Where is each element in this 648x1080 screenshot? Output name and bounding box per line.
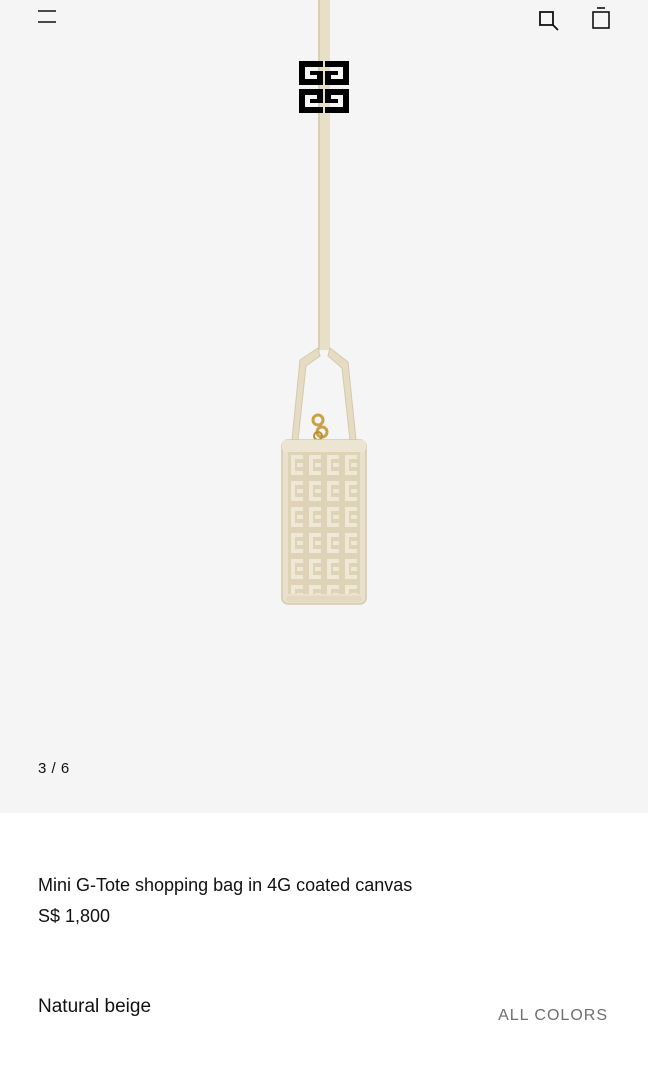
product-page: 3 / 6 Mini G-Tote shopping bag in 4G coa… (0, 0, 648, 1080)
shopping-bag-button[interactable] (588, 4, 614, 32)
product-title: Mini G-Tote shopping bag in 4G coated ca… (38, 875, 413, 895)
product-image-gallery[interactable]: 3 / 6 (0, 0, 648, 813)
product-image (281, 0, 367, 605)
menu-button[interactable] (34, 6, 60, 28)
image-counter: 3 / 6 (38, 760, 70, 777)
brand-logo[interactable] (298, 60, 350, 114)
selected-color-name: Natural beige (38, 996, 152, 1017)
4g-logo-icon (299, 61, 349, 113)
hamburger-menu-icon (38, 10, 56, 23)
all-colors-link[interactable]: ALL COLORS (498, 1007, 608, 1025)
search-button[interactable] (536, 6, 562, 32)
product-price: S$ 1,800 (38, 906, 111, 926)
product-info: Mini G-Tote shopping bag in 4G coated ca… (0, 813, 648, 1080)
shopping-bag-icon (592, 7, 610, 29)
search-icon (539, 11, 559, 31)
